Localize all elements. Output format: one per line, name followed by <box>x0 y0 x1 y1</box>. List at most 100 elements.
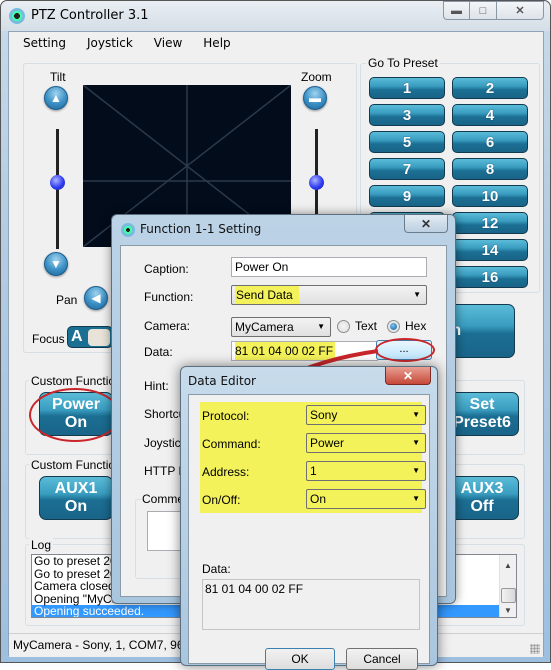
dialog-eye-icon <box>121 223 135 237</box>
pan-left-button[interactable]: ◀ <box>84 286 108 310</box>
window-title: PTZ Controller 3.1 <box>31 8 149 23</box>
command-label: Command: <box>202 437 261 451</box>
function-dialog-close-button[interactable]: ✕ <box>404 215 448 233</box>
minimize-button[interactable]: ▬ <box>443 1 470 20</box>
address-select[interactable]: 1 ▼ <box>306 461 426 481</box>
pan-label: Pan <box>56 293 78 307</box>
preset-button-4[interactable]: 4 <box>452 104 528 126</box>
function-label: Function: <box>144 290 194 304</box>
preset-button-9[interactable]: 9 <box>369 185 445 207</box>
ok-button[interactable]: OK <box>265 648 335 670</box>
chevron-down-icon: ▼ <box>413 290 421 299</box>
tilt-up-button[interactable]: ▲ <box>44 86 68 110</box>
preset-button-label: 16 <box>481 268 499 286</box>
preset-button-14[interactable]: 14 <box>452 239 528 261</box>
menu-view[interactable]: View <box>154 36 182 50</box>
command-select[interactable]: Power ▼ <box>306 433 426 453</box>
annotation-ellipse-power <box>29 388 121 442</box>
protocol-select[interactable]: Sony ▼ <box>306 405 426 425</box>
aux1-on-button[interactable]: AUX1 On <box>39 476 113 520</box>
menu-setting[interactable]: Setting <box>23 36 66 50</box>
chevron-down-icon: ▼ <box>412 466 420 475</box>
menu-bar: Setting Joystick View Help <box>9 32 543 54</box>
data-editor-data-output: 81 01 04 00 02 FF <box>202 579 420 630</box>
onoff-label: On/Off: <box>202 493 241 507</box>
preset-button-label: 14 <box>481 241 499 259</box>
hex-radio[interactable] <box>387 320 400 333</box>
camera-select[interactable]: MyCamera ▼ <box>231 317 331 337</box>
preset-group-title: Go To Preset <box>366 56 440 70</box>
preset-button-label: 3 <box>402 106 412 124</box>
preset-button-16[interactable]: 16 <box>452 266 528 288</box>
log-title: Log <box>29 538 54 552</box>
scroll-down-icon[interactable]: ▼ <box>504 606 512 615</box>
resize-grip-icon[interactable] <box>530 644 540 654</box>
preset-button-10[interactable]: 10 <box>452 185 528 207</box>
aux1-on-line1: AUX1 <box>54 480 98 497</box>
preset-button-2[interactable]: 2 <box>452 77 528 99</box>
close-icon: ✕ <box>420 216 432 231</box>
onoff-select[interactable]: On ▼ <box>306 489 426 509</box>
preset-button-label: 1 <box>402 79 412 97</box>
focus-auto-toggle[interactable]: A <box>67 326 113 348</box>
preset-button-5[interactable]: 5 <box>369 131 445 153</box>
onoff-select-value: On <box>310 492 327 506</box>
preset-button-label: 8 <box>485 160 495 178</box>
function-select[interactable]: Send Data ▼ <box>231 285 427 305</box>
set-preset6-button[interactable]: Set Preset6 <box>445 392 519 436</box>
set-preset6-line1: Set <box>469 396 495 413</box>
status-text: MyCamera - Sony, 1, COM7, 9600 <box>13 638 197 652</box>
aux3-off-button[interactable]: AUX3 Off <box>445 476 519 520</box>
text-radio[interactable] <box>337 320 350 333</box>
focus-toggle-text: A <box>71 328 83 345</box>
cancel-button-label: Cancel <box>363 652 401 666</box>
arrow-up-icon: ▲ <box>50 91 62 105</box>
function-dialog-title: Function 1-1 Setting <box>140 222 262 236</box>
chevron-down-icon: ▼ <box>412 410 420 419</box>
menu-joystick[interactable]: Joystick <box>87 36 133 50</box>
zoom-out-button[interactable]: ▬ <box>303 86 327 110</box>
preset-button-label: 6 <box>485 133 495 151</box>
arrow-down-icon: ▼ <box>50 257 62 271</box>
scroll-up-icon[interactable]: ▲ <box>504 561 512 570</box>
tilt-down-button[interactable]: ▼ <box>44 252 68 276</box>
protocol-select-value: Sony <box>310 408 338 422</box>
preset-button-8[interactable]: 8 <box>452 158 528 180</box>
preset-button-label: 4 <box>485 106 495 124</box>
command-select-value: Power <box>310 436 345 450</box>
scroll-thumb[interactable] <box>501 588 516 603</box>
text-radio-label[interactable]: Text <box>355 319 377 333</box>
close-icon: ✕ <box>515 5 525 17</box>
protocol-label: Protocol: <box>202 409 250 423</box>
minus-icon: ▬ <box>309 91 321 105</box>
ok-button-label: OK <box>291 652 309 666</box>
maximize-button[interactable]: □ <box>470 1 497 20</box>
set-preset6-line2: Preset6 <box>453 414 511 431</box>
caption-input[interactable]: Power On <box>231 257 427 277</box>
preset-button-label: 12 <box>481 214 499 232</box>
title-bar[interactable]: PTZ Controller 3.1 ▬ □ ✕ <box>1 1 550 31</box>
preset-button-7[interactable]: 7 <box>369 158 445 180</box>
data-editor-close-button[interactable]: ✕ <box>385 367 431 385</box>
address-label: Address: <box>202 465 250 479</box>
preset-button-3[interactable]: 3 <box>369 104 445 126</box>
hex-radio-label[interactable]: Hex <box>405 319 426 333</box>
preset-button-6[interactable]: 6 <box>452 131 528 153</box>
preset-button-12[interactable]: 12 <box>452 212 528 234</box>
preset-button-1[interactable]: 1 <box>369 77 445 99</box>
preset-button-label: 9 <box>402 187 412 205</box>
menu-help[interactable]: Help <box>203 36 230 50</box>
chevron-down-icon: ▼ <box>317 322 325 331</box>
arrow-left-icon: ◀ <box>91 291 101 305</box>
address-select-value: 1 <box>310 464 317 478</box>
data-label: Data: <box>144 345 173 359</box>
preset-button-label: 2 <box>485 79 495 97</box>
cancel-button[interactable]: Cancel <box>346 648 418 670</box>
zoom-slider-thumb[interactable] <box>309 175 324 190</box>
chevron-down-icon: ▼ <box>412 494 420 503</box>
preset-button-label: 5 <box>402 133 412 151</box>
tilt-slider-thumb[interactable] <box>50 175 65 190</box>
log-scrollbar[interactable]: ▲ ▼ <box>499 555 516 617</box>
close-button[interactable]: ✕ <box>497 1 544 20</box>
hint-label: Hint: <box>144 379 169 393</box>
